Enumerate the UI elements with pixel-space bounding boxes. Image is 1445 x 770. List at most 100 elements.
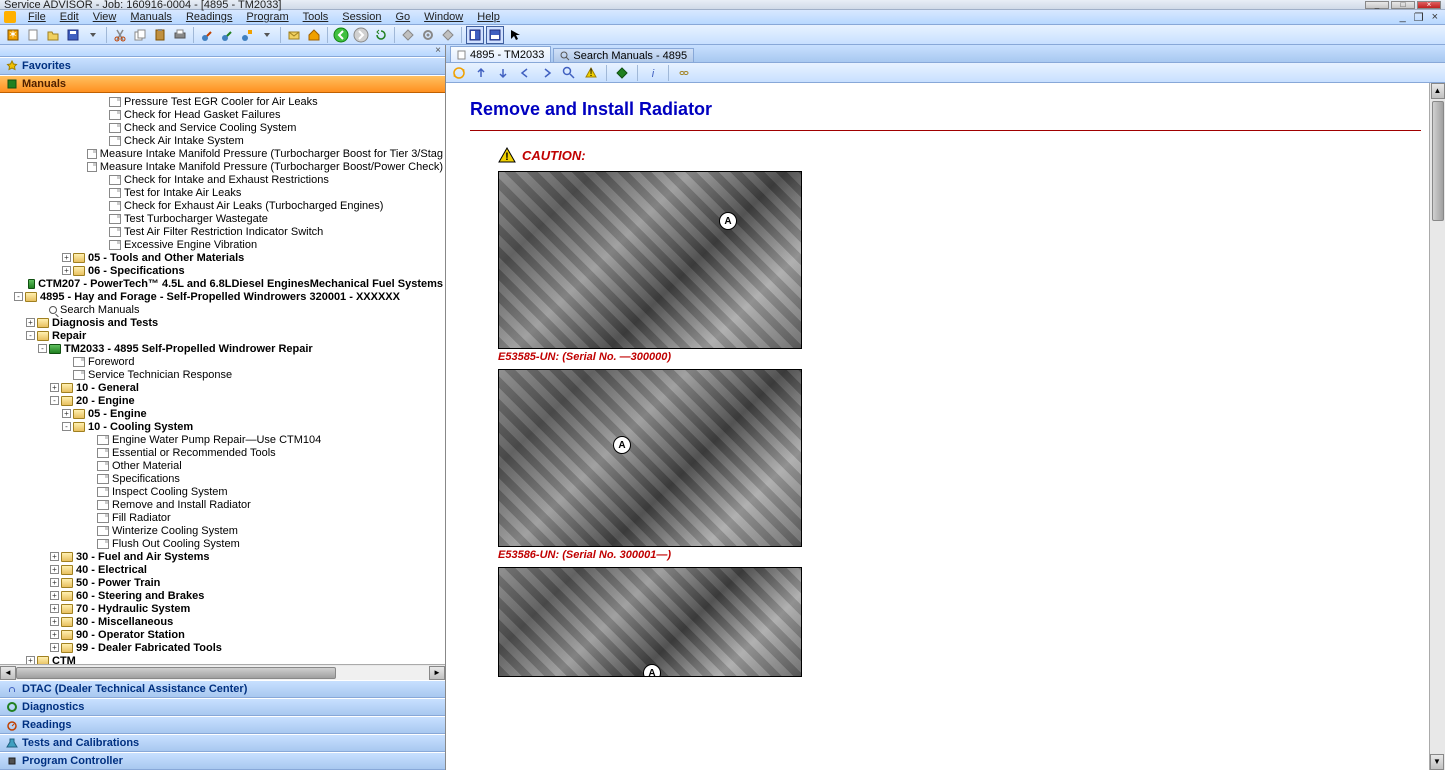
- tree-node[interactable]: +06 - Specifications: [2, 264, 443, 277]
- mdi-minimize[interactable]: _: [1397, 11, 1409, 24]
- expand-icon[interactable]: +: [50, 604, 59, 613]
- tree-node[interactable]: Remove and Install Radiator: [2, 498, 443, 511]
- connect-dropdown-icon[interactable]: [258, 26, 276, 44]
- cut-icon[interactable]: [111, 26, 129, 44]
- sync-toc-icon[interactable]: [450, 64, 468, 82]
- tree-node[interactable]: -20 - Engine: [2, 394, 443, 407]
- tree-node[interactable]: Fill Radiator: [2, 511, 443, 524]
- tree-node[interactable]: -Repair: [2, 329, 443, 342]
- menu-session[interactable]: Session: [336, 11, 387, 23]
- hscroll-right[interactable]: ►: [429, 666, 445, 680]
- expand-icon[interactable]: +: [62, 409, 71, 418]
- tree-node[interactable]: Check Air Intake System: [2, 134, 443, 147]
- section-dtac[interactable]: DTAC (Dealer Technical Assistance Center…: [0, 680, 445, 698]
- back-icon[interactable]: [332, 26, 350, 44]
- tree-node[interactable]: -TM2033 - 4895 Self-Propelled Windrower …: [2, 342, 443, 355]
- expand-icon[interactable]: +: [62, 253, 71, 262]
- expand-icon[interactable]: +: [50, 591, 59, 600]
- tab-search[interactable]: Search Manuals - 4895: [553, 48, 694, 62]
- tree-node[interactable]: +50 - Power Train: [2, 576, 443, 589]
- expand-icon[interactable]: +: [26, 656, 35, 664]
- mdi-close[interactable]: ×: [1429, 11, 1441, 24]
- expand-icon[interactable]: +: [50, 617, 59, 626]
- paste-icon[interactable]: [151, 26, 169, 44]
- tree-node[interactable]: +60 - Steering and Brakes: [2, 589, 443, 602]
- open-icon[interactable]: [44, 26, 62, 44]
- tree-node[interactable]: Engine Water Pump Repair—Use CTM104: [2, 433, 443, 446]
- panel-close-button[interactable]: ×: [0, 45, 445, 57]
- hscroll-left[interactable]: ◄: [0, 666, 16, 680]
- collapse-icon[interactable]: -: [62, 422, 71, 431]
- link-icon[interactable]: [675, 64, 693, 82]
- view-mode1-icon[interactable]: [466, 26, 484, 44]
- collapse-icon[interactable]: -: [50, 396, 59, 405]
- refresh-icon[interactable]: [372, 26, 390, 44]
- tree-node[interactable]: +Diagnosis and Tests: [2, 316, 443, 329]
- tree-node[interactable]: Winterize Cooling System: [2, 524, 443, 537]
- tree-node[interactable]: -10 - Cooling System: [2, 420, 443, 433]
- tree-node[interactable]: +10 - General: [2, 381, 443, 394]
- menu-manuals[interactable]: Manuals: [124, 11, 178, 23]
- content-vscrollbar[interactable]: ▲ ▼: [1429, 83, 1445, 770]
- info-icon[interactable]: i: [644, 64, 662, 82]
- menu-readings[interactable]: Readings: [180, 11, 238, 23]
- expand-icon[interactable]: +: [50, 643, 59, 652]
- tree-node[interactable]: Flush Out Cooling System: [2, 537, 443, 550]
- save-icon[interactable]: [64, 26, 82, 44]
- collapse-icon[interactable]: -: [38, 344, 47, 353]
- home-icon[interactable]: [305, 26, 323, 44]
- menu-edit[interactable]: Edit: [54, 11, 85, 23]
- warn-icon[interactable]: !: [582, 64, 600, 82]
- tree-node[interactable]: +05 - Tools and Other Materials: [2, 251, 443, 264]
- expand-icon[interactable]: +: [50, 630, 59, 639]
- tree-node[interactable]: Specifications: [2, 472, 443, 485]
- expand-icon[interactable]: +: [50, 565, 59, 574]
- expand-icon[interactable]: +: [50, 552, 59, 561]
- tree-node[interactable]: +70 - Hydraulic System: [2, 602, 443, 615]
- expand-icon[interactable]: +: [26, 318, 35, 327]
- expand-icon[interactable]: +: [50, 578, 59, 587]
- menu-tools[interactable]: Tools: [297, 11, 335, 23]
- copy-icon[interactable]: [131, 26, 149, 44]
- tree-node[interactable]: Test Air Filter Restriction Indicator Sw…: [2, 225, 443, 238]
- down-icon[interactable]: [494, 64, 512, 82]
- tree-hscrollbar[interactable]: ◄ ►: [0, 664, 445, 680]
- tree-node[interactable]: Pressure Test EGR Cooler for Air Leaks: [2, 95, 443, 108]
- tab-manual[interactable]: 4895 - TM2033: [450, 46, 551, 62]
- tree-node[interactable]: Test for Intake Air Leaks: [2, 186, 443, 199]
- menu-help[interactable]: Help: [471, 11, 506, 23]
- tree-node[interactable]: Other Material: [2, 459, 443, 472]
- maximize-button[interactable]: □: [1391, 1, 1415, 9]
- expand-icon[interactable]: +: [62, 266, 71, 275]
- vscroll-up[interactable]: ▲: [1431, 83, 1445, 99]
- new-job-icon[interactable]: ✶: [4, 26, 22, 44]
- menu-program[interactable]: Program: [240, 11, 294, 23]
- collapse-icon[interactable]: -: [26, 331, 35, 340]
- menu-file[interactable]: File: [22, 11, 52, 23]
- tree-node[interactable]: Check and Service Cooling System: [2, 121, 443, 134]
- tree-node[interactable]: Measure Intake Manifold Pressure (Turboc…: [2, 160, 443, 173]
- diamond1-icon[interactable]: [399, 26, 417, 44]
- save-dropdown-icon[interactable]: [84, 26, 102, 44]
- next-icon[interactable]: [538, 64, 556, 82]
- mdi-restore[interactable]: ❐: [1411, 11, 1427, 24]
- tree-node[interactable]: Search Manuals: [2, 303, 443, 316]
- mail-icon[interactable]: [285, 26, 303, 44]
- tree-node[interactable]: +30 - Fuel and Air Systems: [2, 550, 443, 563]
- tree-node[interactable]: +99 - Dealer Fabricated Tools: [2, 641, 443, 654]
- tree-node[interactable]: -4895 - Hay and Forage - Self-Propelled …: [2, 290, 443, 303]
- connect3-icon[interactable]: [238, 26, 256, 44]
- cursor-help-icon[interactable]: [506, 26, 524, 44]
- tree-node[interactable]: Test Turbocharger Wastegate: [2, 212, 443, 225]
- collapse-icon[interactable]: -: [14, 292, 23, 301]
- tree-node[interactable]: +90 - Operator Station: [2, 628, 443, 641]
- connect2-icon[interactable]: [218, 26, 236, 44]
- menu-window[interactable]: Window: [418, 11, 469, 23]
- tree-node[interactable]: Inspect Cooling System: [2, 485, 443, 498]
- expand-icon[interactable]: +: [50, 383, 59, 392]
- view-mode2-icon[interactable]: [486, 26, 504, 44]
- prev-icon[interactable]: [516, 64, 534, 82]
- manuals-tree[interactable]: Pressure Test EGR Cooler for Air Leaks Ch…: [0, 93, 445, 664]
- tree-node[interactable]: Service Technician Response: [2, 368, 443, 381]
- section-readings[interactable]: Readings: [0, 716, 445, 734]
